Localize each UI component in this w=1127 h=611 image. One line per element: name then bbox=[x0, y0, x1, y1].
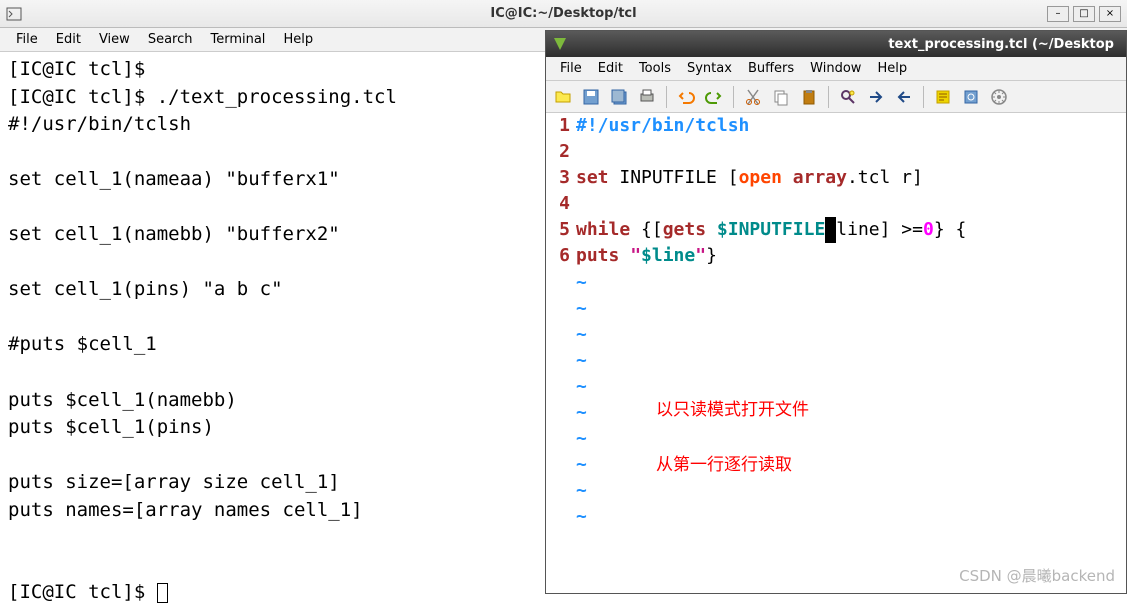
undo-icon[interactable] bbox=[673, 84, 699, 110]
vim-title: text_processing.tcl (~/Desktop bbox=[888, 37, 1114, 52]
vim-menu-syntax[interactable]: Syntax bbox=[679, 59, 740, 78]
vim-menu-tools[interactable]: Tools bbox=[631, 59, 679, 78]
annotation-1: 以只读模式打开文件 bbox=[656, 398, 809, 423]
vim-menu-help[interactable]: Help bbox=[869, 59, 915, 78]
toolbar-separator bbox=[666, 86, 667, 108]
vim-menubar: File Edit Tools Syntax Buffers Window He… bbox=[546, 57, 1126, 81]
minimize-button[interactable]: – bbox=[1047, 6, 1069, 22]
menu-terminal[interactable]: Terminal bbox=[202, 30, 273, 49]
vim-menu-window[interactable]: Window bbox=[802, 59, 869, 78]
shell-icon[interactable] bbox=[986, 84, 1012, 110]
vim-cursor bbox=[825, 217, 836, 243]
toolbar-separator bbox=[733, 86, 734, 108]
vim-code[interactable]: #!/usr/bin/tclsh set INPUTFILE [open arr… bbox=[576, 113, 1126, 593]
save-all-icon[interactable] bbox=[606, 84, 632, 110]
terminal-titlebar: IC@IC:~/Desktop/tcl – □ × bbox=[0, 0, 1127, 28]
paste-icon[interactable] bbox=[796, 84, 822, 110]
menu-search[interactable]: Search bbox=[140, 30, 201, 49]
vim-gutter: 1 2 3 4 5 6 bbox=[546, 113, 576, 593]
vim-app-icon bbox=[552, 36, 568, 52]
find-replace-icon[interactable] bbox=[835, 84, 861, 110]
terminal-app-icon bbox=[6, 6, 22, 22]
arrow-right-icon[interactable] bbox=[863, 84, 889, 110]
vim-window: text_processing.tcl (~/Desktop File Edit… bbox=[545, 30, 1127, 594]
terminal-cursor bbox=[157, 583, 168, 603]
vim-toolbar bbox=[546, 81, 1126, 113]
cut-icon[interactable] bbox=[740, 84, 766, 110]
annotation-2: 从第一行逐行读取 bbox=[656, 453, 792, 478]
close-button[interactable]: × bbox=[1099, 6, 1121, 22]
terminal-title: IC@IC:~/Desktop/tcl bbox=[490, 6, 636, 21]
redo-icon[interactable] bbox=[701, 84, 727, 110]
save-icon[interactable] bbox=[578, 84, 604, 110]
copy-icon[interactable] bbox=[768, 84, 794, 110]
open-folder-icon[interactable] bbox=[550, 84, 576, 110]
vim-editor[interactable]: 1 2 3 4 5 6 #!/usr/bin/tclsh set INPUTFI… bbox=[546, 113, 1126, 593]
make-icon[interactable] bbox=[958, 84, 984, 110]
vim-titlebar: text_processing.tcl (~/Desktop bbox=[546, 31, 1126, 57]
vim-menu-file[interactable]: File bbox=[552, 59, 590, 78]
vim-menu-buffers[interactable]: Buffers bbox=[740, 59, 802, 78]
toolbar-separator bbox=[923, 86, 924, 108]
watermark: CSDN @晨曦backend bbox=[959, 565, 1115, 586]
script-icon[interactable] bbox=[930, 84, 956, 110]
menu-file[interactable]: File bbox=[8, 30, 46, 49]
menu-view[interactable]: View bbox=[91, 30, 138, 49]
menu-help[interactable]: Help bbox=[275, 30, 321, 49]
print-icon[interactable] bbox=[634, 84, 660, 110]
arrow-left-icon[interactable] bbox=[891, 84, 917, 110]
maximize-button[interactable]: □ bbox=[1073, 6, 1095, 22]
vim-menu-edit[interactable]: Edit bbox=[590, 59, 631, 78]
toolbar-separator bbox=[828, 86, 829, 108]
menu-edit[interactable]: Edit bbox=[48, 30, 89, 49]
